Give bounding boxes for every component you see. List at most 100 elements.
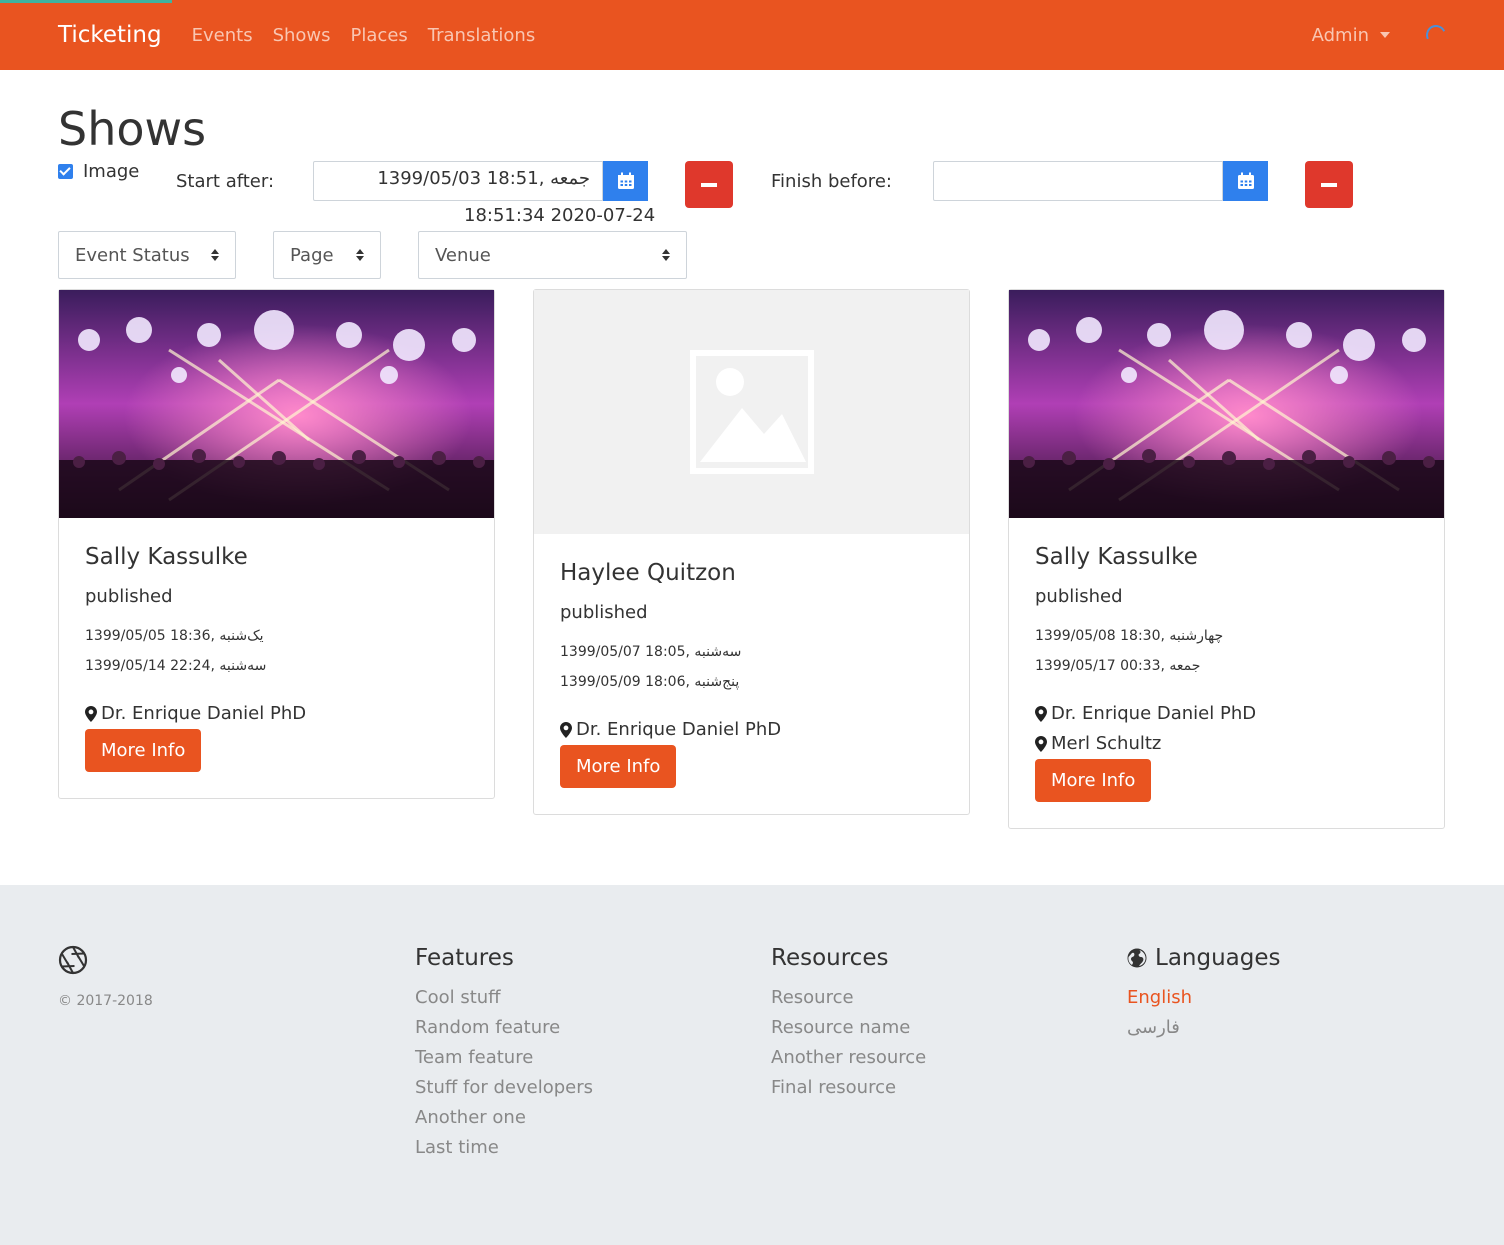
nav-right: Admin xyxy=(1312,22,1449,48)
languages-heading: Languages xyxy=(1127,945,1281,971)
card-status: published xyxy=(560,602,648,624)
card-end-date: 1399/05/09 18:06, پنج‌شنبه xyxy=(560,674,740,691)
venue-item: Dr. Enrique Daniel PhD xyxy=(560,715,943,745)
show-card: Haylee Quitzon published 1399/05/07 18:0… xyxy=(533,289,970,816)
footer-languages: Languages English فارسی xyxy=(1127,945,1281,1043)
footer-brand: © 2017-2018 xyxy=(58,945,153,1009)
map-marker-icon xyxy=(1035,706,1047,723)
footer-link-another-one[interactable]: Another one xyxy=(415,1103,593,1133)
card-start-date: 1399/05/08 18:30, چهارشنبه xyxy=(1035,628,1224,645)
admin-dropdown[interactable]: Admin xyxy=(1312,25,1390,46)
map-marker-icon xyxy=(85,706,97,723)
card-title: Sally Kassulke xyxy=(85,544,248,571)
card-venues: Dr. Enrique Daniel PhD xyxy=(560,715,943,745)
resources-heading: Resources xyxy=(771,945,889,971)
venue-name: Dr. Enrique Daniel PhD xyxy=(1051,703,1257,725)
language-link-farsi[interactable]: فارسی xyxy=(1127,1013,1281,1043)
page-title: Shows xyxy=(58,102,207,156)
concert-image xyxy=(59,290,494,519)
select-arrows-icon xyxy=(662,249,670,262)
footer-features: Features Cool stuff Random feature Team … xyxy=(415,945,593,1163)
venue-item: Merl Schultz xyxy=(1035,729,1418,759)
clear-start-after-button[interactable] xyxy=(685,161,733,209)
copyright: © 2017-2018 xyxy=(58,993,153,1009)
venue-name: Merl Schultz xyxy=(1051,733,1162,755)
venue-item: Dr. Enrique Daniel PhD xyxy=(85,699,468,729)
finish-before-input[interactable] xyxy=(933,161,1223,202)
event-status-select[interactable]: Event Status xyxy=(58,231,236,280)
features-heading: Features xyxy=(415,945,514,971)
caret-down-icon xyxy=(1380,32,1390,38)
footer-link-random-feature[interactable]: Random feature xyxy=(415,1013,593,1043)
event-status-select-label: Event Status xyxy=(75,244,190,266)
venue-select-label: Venue xyxy=(435,244,491,266)
image-filter[interactable]: Image xyxy=(58,161,139,182)
start-after-gregorian: 18:51:34 2020-07-24 xyxy=(464,205,656,227)
nav-link-events[interactable]: Events xyxy=(192,25,253,46)
card-venues: Dr. Enrique Daniel PhD Merl Schultz xyxy=(1035,699,1418,759)
venue-item: Dr. Enrique Daniel PhD xyxy=(1035,699,1418,729)
card-status: published xyxy=(85,586,173,608)
concert-image xyxy=(1009,290,1444,519)
show-card: Sally Kassulke published 1399/05/08 18:3… xyxy=(1008,289,1445,830)
footer-link-last-time[interactable]: Last time xyxy=(415,1133,593,1163)
loading-spinner-icon xyxy=(1423,22,1449,48)
show-cards: Sally Kassulke published 1399/05/05 18:3… xyxy=(58,289,1446,830)
image-placeholder xyxy=(534,290,969,535)
date-filters: Image Start after: جمعه ,18:51 1399/05/0… xyxy=(58,161,1446,229)
card-body: Sally Kassulke published 1399/05/05 18:3… xyxy=(59,518,494,798)
minus-icon xyxy=(701,182,717,187)
page-select-label: Page xyxy=(290,244,334,266)
start-after-label: Start after: xyxy=(176,171,275,193)
finish-before-calendar-button[interactable] xyxy=(1223,161,1268,202)
minus-icon xyxy=(1321,182,1337,187)
brand-link[interactable]: Ticketing xyxy=(58,22,162,48)
image-placeholder-icon xyxy=(689,350,814,475)
finish-before-label: Finish before: xyxy=(771,171,892,193)
nav-link-places[interactable]: Places xyxy=(351,25,408,46)
card-end-date: 1399/05/14 22:24, سه‌شنبه xyxy=(85,658,267,675)
footer-link-resource[interactable]: Resource xyxy=(771,983,926,1013)
card-title: Haylee Quitzon xyxy=(560,560,736,587)
show-card: Sally Kassulke published 1399/05/05 18:3… xyxy=(58,289,495,800)
page-select[interactable]: Page xyxy=(273,231,381,280)
card-start-date: 1399/05/07 18:05, سه‌شنبه xyxy=(560,644,742,661)
footer-resources: Resources Resource Resource name Another… xyxy=(771,945,926,1103)
clear-finish-before-button[interactable] xyxy=(1305,161,1353,209)
navbar: Ticketing Events Shows Places Translatio… xyxy=(0,0,1504,70)
image-checkbox[interactable] xyxy=(58,164,73,180)
nav-link-shows[interactable]: Shows xyxy=(273,25,331,46)
card-start-date: 1399/05/05 18:36, یک‌شنبه xyxy=(85,628,264,645)
calendar-icon xyxy=(1237,172,1254,190)
map-marker-icon xyxy=(560,722,572,739)
venue-select[interactable]: Venue xyxy=(418,231,687,280)
start-after-input[interactable]: جمعه ,18:51 1399/05/03 xyxy=(313,161,603,202)
footer-link-team-feature[interactable]: Team feature xyxy=(415,1043,593,1073)
more-info-button[interactable]: More Info xyxy=(560,745,677,789)
footer-link-another-resource[interactable]: Another resource xyxy=(771,1043,926,1073)
card-body: Haylee Quitzon published 1399/05/07 18:0… xyxy=(534,534,969,814)
footer-link-resource-name[interactable]: Resource name xyxy=(771,1013,926,1043)
venue-name: Dr. Enrique Daniel PhD xyxy=(576,719,782,741)
start-after-calendar-button[interactable] xyxy=(603,161,648,202)
select-arrows-icon xyxy=(211,249,219,262)
select-arrows-icon xyxy=(356,249,364,262)
nav-link-translations[interactable]: Translations xyxy=(428,25,535,46)
calendar-icon xyxy=(617,172,634,190)
card-venues: Dr. Enrique Daniel PhD xyxy=(85,699,468,729)
card-title: Sally Kassulke xyxy=(1035,544,1198,571)
more-info-button[interactable]: More Info xyxy=(85,729,202,773)
more-info-button[interactable]: More Info xyxy=(1035,759,1152,803)
admin-label: Admin xyxy=(1311,24,1369,46)
card-body: Sally Kassulke published 1399/05/08 18:3… xyxy=(1009,518,1444,828)
globe-icon xyxy=(1127,948,1147,968)
select-filters: Event Status Page Venue xyxy=(58,231,1446,280)
language-link-english[interactable]: English xyxy=(1127,983,1281,1013)
card-status: published xyxy=(1035,586,1123,608)
footer-link-cool-stuff[interactable]: Cool stuff xyxy=(415,983,593,1013)
languages-heading-label: Languages xyxy=(1155,945,1281,971)
footer-link-final-resource[interactable]: Final resource xyxy=(771,1073,926,1103)
footer: © 2017-2018 Features Cool stuff Random f… xyxy=(0,885,1504,1245)
main-container: Shows Image Start after: جمعه ,18:51 139… xyxy=(0,102,1504,830)
footer-link-stuff-for-developers[interactable]: Stuff for developers xyxy=(415,1073,593,1103)
